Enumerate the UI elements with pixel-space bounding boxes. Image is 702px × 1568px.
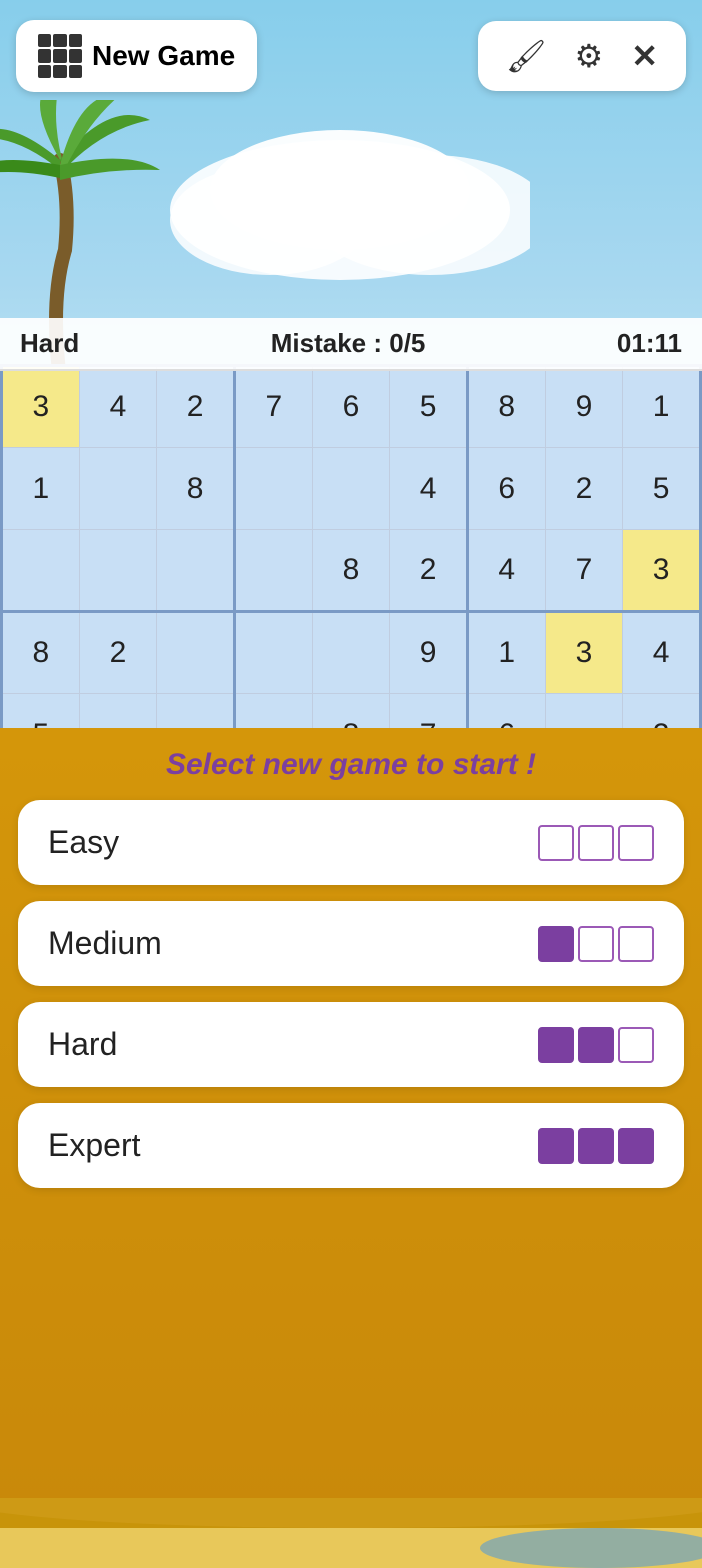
medium-stars <box>538 926 654 962</box>
sudoku-cell[interactable] <box>312 448 390 530</box>
easy-button[interactable]: Easy <box>18 800 684 885</box>
hard-stars <box>538 1027 654 1063</box>
hard-star-3 <box>618 1027 654 1063</box>
close-icon: ✕ <box>631 37 658 75</box>
medium-star-2 <box>578 926 614 962</box>
easy-stars <box>538 825 654 861</box>
easy-star-2 <box>578 825 614 861</box>
cloud-decoration <box>150 120 530 280</box>
easy-star-1 <box>538 825 574 861</box>
settings-button[interactable]: ⚙ <box>561 31 618 81</box>
sudoku-table: 3427658911846258247382913458762 <box>0 364 702 776</box>
sudoku-cell[interactable]: 2 <box>79 612 157 694</box>
expert-stars <box>538 1128 654 1164</box>
hard-star-2 <box>578 1027 614 1063</box>
new-game-button[interactable]: New Game <box>16 20 257 92</box>
expert-button[interactable]: Expert <box>18 1103 684 1188</box>
sudoku-cell[interactable]: 6 <box>312 366 390 448</box>
paint-icon: 🖌 <box>506 37 547 75</box>
expert-star-1 <box>538 1128 574 1164</box>
sudoku-cell[interactable]: 1 <box>623 366 701 448</box>
medium-star-1 <box>538 926 574 962</box>
medium-label: Medium <box>48 925 162 962</box>
hard-label: Hard <box>48 1026 117 1063</box>
sudoku-cell[interactable]: 2 <box>157 366 235 448</box>
sudoku-cell[interactable]: 9 <box>390 612 468 694</box>
easy-label: Easy <box>48 824 119 861</box>
sudoku-cell[interactable]: 2 <box>390 530 468 612</box>
mistake-counter: Mistake : 0/5 <box>271 328 426 359</box>
sudoku-cell[interactable] <box>157 612 235 694</box>
sudoku-cell[interactable] <box>234 530 312 612</box>
header-actions: 🖌 ⚙ ✕ <box>478 21 686 91</box>
header: New Game 🖌 ⚙ ✕ <box>16 20 686 92</box>
sudoku-cell[interactable] <box>234 448 312 530</box>
sudoku-cell[interactable]: 8 <box>467 366 545 448</box>
difficulty-label: Hard <box>20 328 79 359</box>
sudoku-cell[interactable]: 4 <box>79 366 157 448</box>
hard-button[interactable]: Hard <box>18 1002 684 1087</box>
medium-star-3 <box>618 926 654 962</box>
easy-star-3 <box>618 825 654 861</box>
sudoku-cell[interactable]: 5 <box>390 366 468 448</box>
sudoku-cell[interactable] <box>157 530 235 612</box>
sudoku-cell[interactable] <box>79 530 157 612</box>
medium-button[interactable]: Medium <box>18 901 684 986</box>
sudoku-cell[interactable]: 7 <box>545 530 623 612</box>
grid-icon <box>38 34 82 78</box>
sudoku-cell[interactable]: 3 <box>623 530 701 612</box>
sudoku-cell[interactable]: 6 <box>467 448 545 530</box>
paint-button[interactable]: 🖌 <box>492 31 561 81</box>
sudoku-cell[interactable]: 3 <box>2 366 80 448</box>
overlay-panel: Select new game to start ! Easy Medium H… <box>0 728 702 1568</box>
sudoku-cell[interactable]: 8 <box>312 530 390 612</box>
sudoku-cell[interactable]: 2 <box>545 448 623 530</box>
sudoku-cell[interactable]: 4 <box>390 448 468 530</box>
timer: 01:11 <box>617 328 682 359</box>
gear-icon: ⚙ <box>575 37 604 75</box>
sudoku-cell[interactable]: 1 <box>467 612 545 694</box>
sudoku-cell[interactable]: 7 <box>234 366 312 448</box>
sudoku-cell[interactable] <box>79 448 157 530</box>
hard-star-1 <box>538 1027 574 1063</box>
expert-label: Expert <box>48 1127 140 1164</box>
close-button[interactable]: ✕ <box>617 31 672 81</box>
sudoku-cell[interactable]: 8 <box>157 448 235 530</box>
sudoku-cell[interactable]: 4 <box>623 612 701 694</box>
beach-decoration <box>0 1498 702 1568</box>
select-prompt: Select new game to start ! <box>166 748 536 782</box>
sudoku-grid: 3427658911846258247382913458762 <box>0 364 702 776</box>
sudoku-cell[interactable]: 1 <box>2 448 80 530</box>
sudoku-cell[interactable]: 3 <box>545 612 623 694</box>
sudoku-cell[interactable]: 5 <box>623 448 701 530</box>
expert-star-2 <box>578 1128 614 1164</box>
sudoku-cell[interactable]: 9 <box>545 366 623 448</box>
sudoku-cell[interactable] <box>312 612 390 694</box>
new-game-label: New Game <box>92 40 235 72</box>
sudoku-cell[interactable]: 8 <box>2 612 80 694</box>
sudoku-cell[interactable] <box>2 530 80 612</box>
sudoku-cell[interactable]: 4 <box>467 530 545 612</box>
expert-star-3 <box>618 1128 654 1164</box>
status-bar: Hard Mistake : 0/5 01:11 <box>0 318 702 371</box>
sudoku-cell[interactable] <box>234 612 312 694</box>
